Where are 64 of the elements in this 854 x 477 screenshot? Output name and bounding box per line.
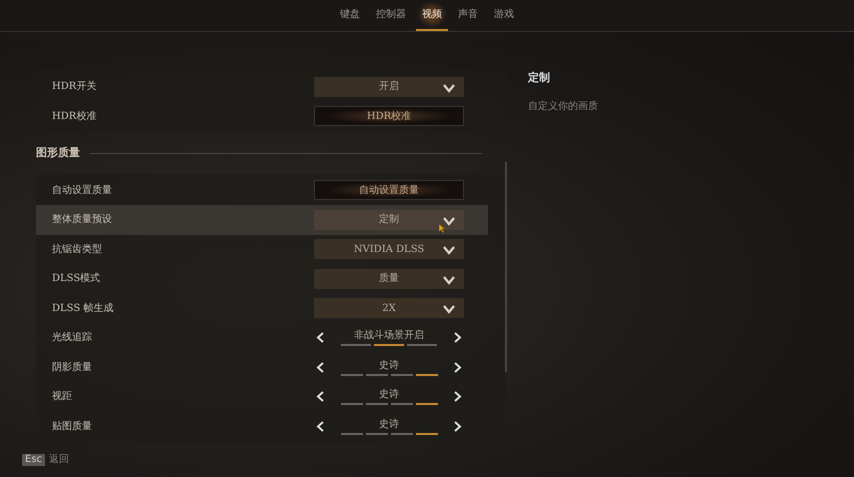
option-value: 史诗 xyxy=(379,418,399,431)
previous-button[interactable] xyxy=(314,391,326,402)
detail-description: 自定义你的画质 xyxy=(528,100,598,114)
tab[interactable]: 视频 xyxy=(416,0,448,31)
setting-label: 贴图质量 xyxy=(52,420,92,434)
dropdown[interactable]: 开启 xyxy=(314,76,464,97)
chevron-left-icon xyxy=(316,420,324,432)
action-button[interactable]: 自动设置质量 xyxy=(314,180,464,200)
dropdown[interactable]: 2X xyxy=(314,298,464,318)
option-value: 史诗 xyxy=(379,358,399,372)
back-label[interactable]: 返回 xyxy=(49,452,70,467)
dropdown[interactable]: 质量 xyxy=(314,268,464,289)
chevron-left-icon xyxy=(316,332,324,344)
setting-row[interactable]: 阴影质量 史诗 xyxy=(36,352,506,382)
setting-label: HDR开关 xyxy=(52,80,96,94)
chevron-right-icon xyxy=(454,362,462,373)
action-button[interactable]: HDR校准 xyxy=(314,106,464,126)
chevron-right-icon xyxy=(454,332,462,344)
tab[interactable]: 声音 xyxy=(452,0,484,31)
setting-row[interactable]: DLSS 帧生成 2X xyxy=(36,294,506,323)
chevron-right-icon xyxy=(454,420,462,432)
setting-row[interactable]: 自动设置质量 自动设置质量 xyxy=(36,176,506,205)
chevron-left-icon xyxy=(316,391,324,402)
next-button[interactable] xyxy=(452,332,464,344)
cursor-icon xyxy=(438,222,446,234)
chevron-down-icon xyxy=(443,216,455,226)
next-button[interactable] xyxy=(452,420,464,432)
chevron-down-icon xyxy=(443,276,455,285)
setting-label: 自动设置质量 xyxy=(52,184,112,198)
chevron-down-icon xyxy=(443,305,455,314)
next-button[interactable] xyxy=(452,362,464,373)
setting-row[interactable]: 整体质量预设 定制 xyxy=(36,205,488,234)
tab[interactable]: 控制器 xyxy=(370,0,412,31)
detail-title: 定制 xyxy=(528,70,551,86)
setting-label: 视距 xyxy=(52,390,72,404)
chevron-down-icon xyxy=(443,84,455,93)
setting-label: DLSS 帧生成 xyxy=(52,302,114,316)
dropdown[interactable]: NVIDIA DLSS xyxy=(314,239,464,260)
previous-button[interactable] xyxy=(314,332,326,344)
setting-row[interactable]: HDR校准 HDR校准 xyxy=(36,102,506,131)
setting-row[interactable]: 抗锯齿类型 NVIDIA DLSS xyxy=(36,234,506,264)
setting-row[interactable]: HDR开关 开启 xyxy=(36,72,506,102)
chevron-left-icon xyxy=(316,362,324,373)
setting-label: 抗锯齿类型 xyxy=(52,242,102,257)
key-hint: Esc xyxy=(22,454,46,466)
option-value: 史诗 xyxy=(379,388,399,402)
previous-button[interactable] xyxy=(314,420,326,432)
setting-label: HDR校准 xyxy=(52,110,96,124)
setting-row[interactable]: 光线追踪 非战斗场景开启 xyxy=(36,323,506,352)
chevron-down-icon xyxy=(443,246,455,256)
tab[interactable]: 游戏 xyxy=(488,0,520,31)
section-title: 图形质量 xyxy=(36,145,80,161)
setting-label: 整体质量预设 xyxy=(52,212,112,228)
setting-label: 阴影质量 xyxy=(52,360,92,375)
next-button[interactable] xyxy=(452,391,464,402)
setting-label: 光线追踪 xyxy=(52,330,92,346)
setting-row[interactable]: 视距 史诗 xyxy=(36,382,506,412)
setting-label: DLSS模式 xyxy=(52,272,100,286)
setting-row[interactable]: DLSS模式 质量 xyxy=(36,264,506,294)
option-value: 非战斗场景开启 xyxy=(354,329,424,342)
previous-button[interactable] xyxy=(314,362,326,373)
chevron-right-icon xyxy=(454,391,462,402)
setting-row[interactable]: 贴图质量 史诗 xyxy=(36,412,506,441)
tab[interactable]: 键盘 xyxy=(334,0,366,31)
